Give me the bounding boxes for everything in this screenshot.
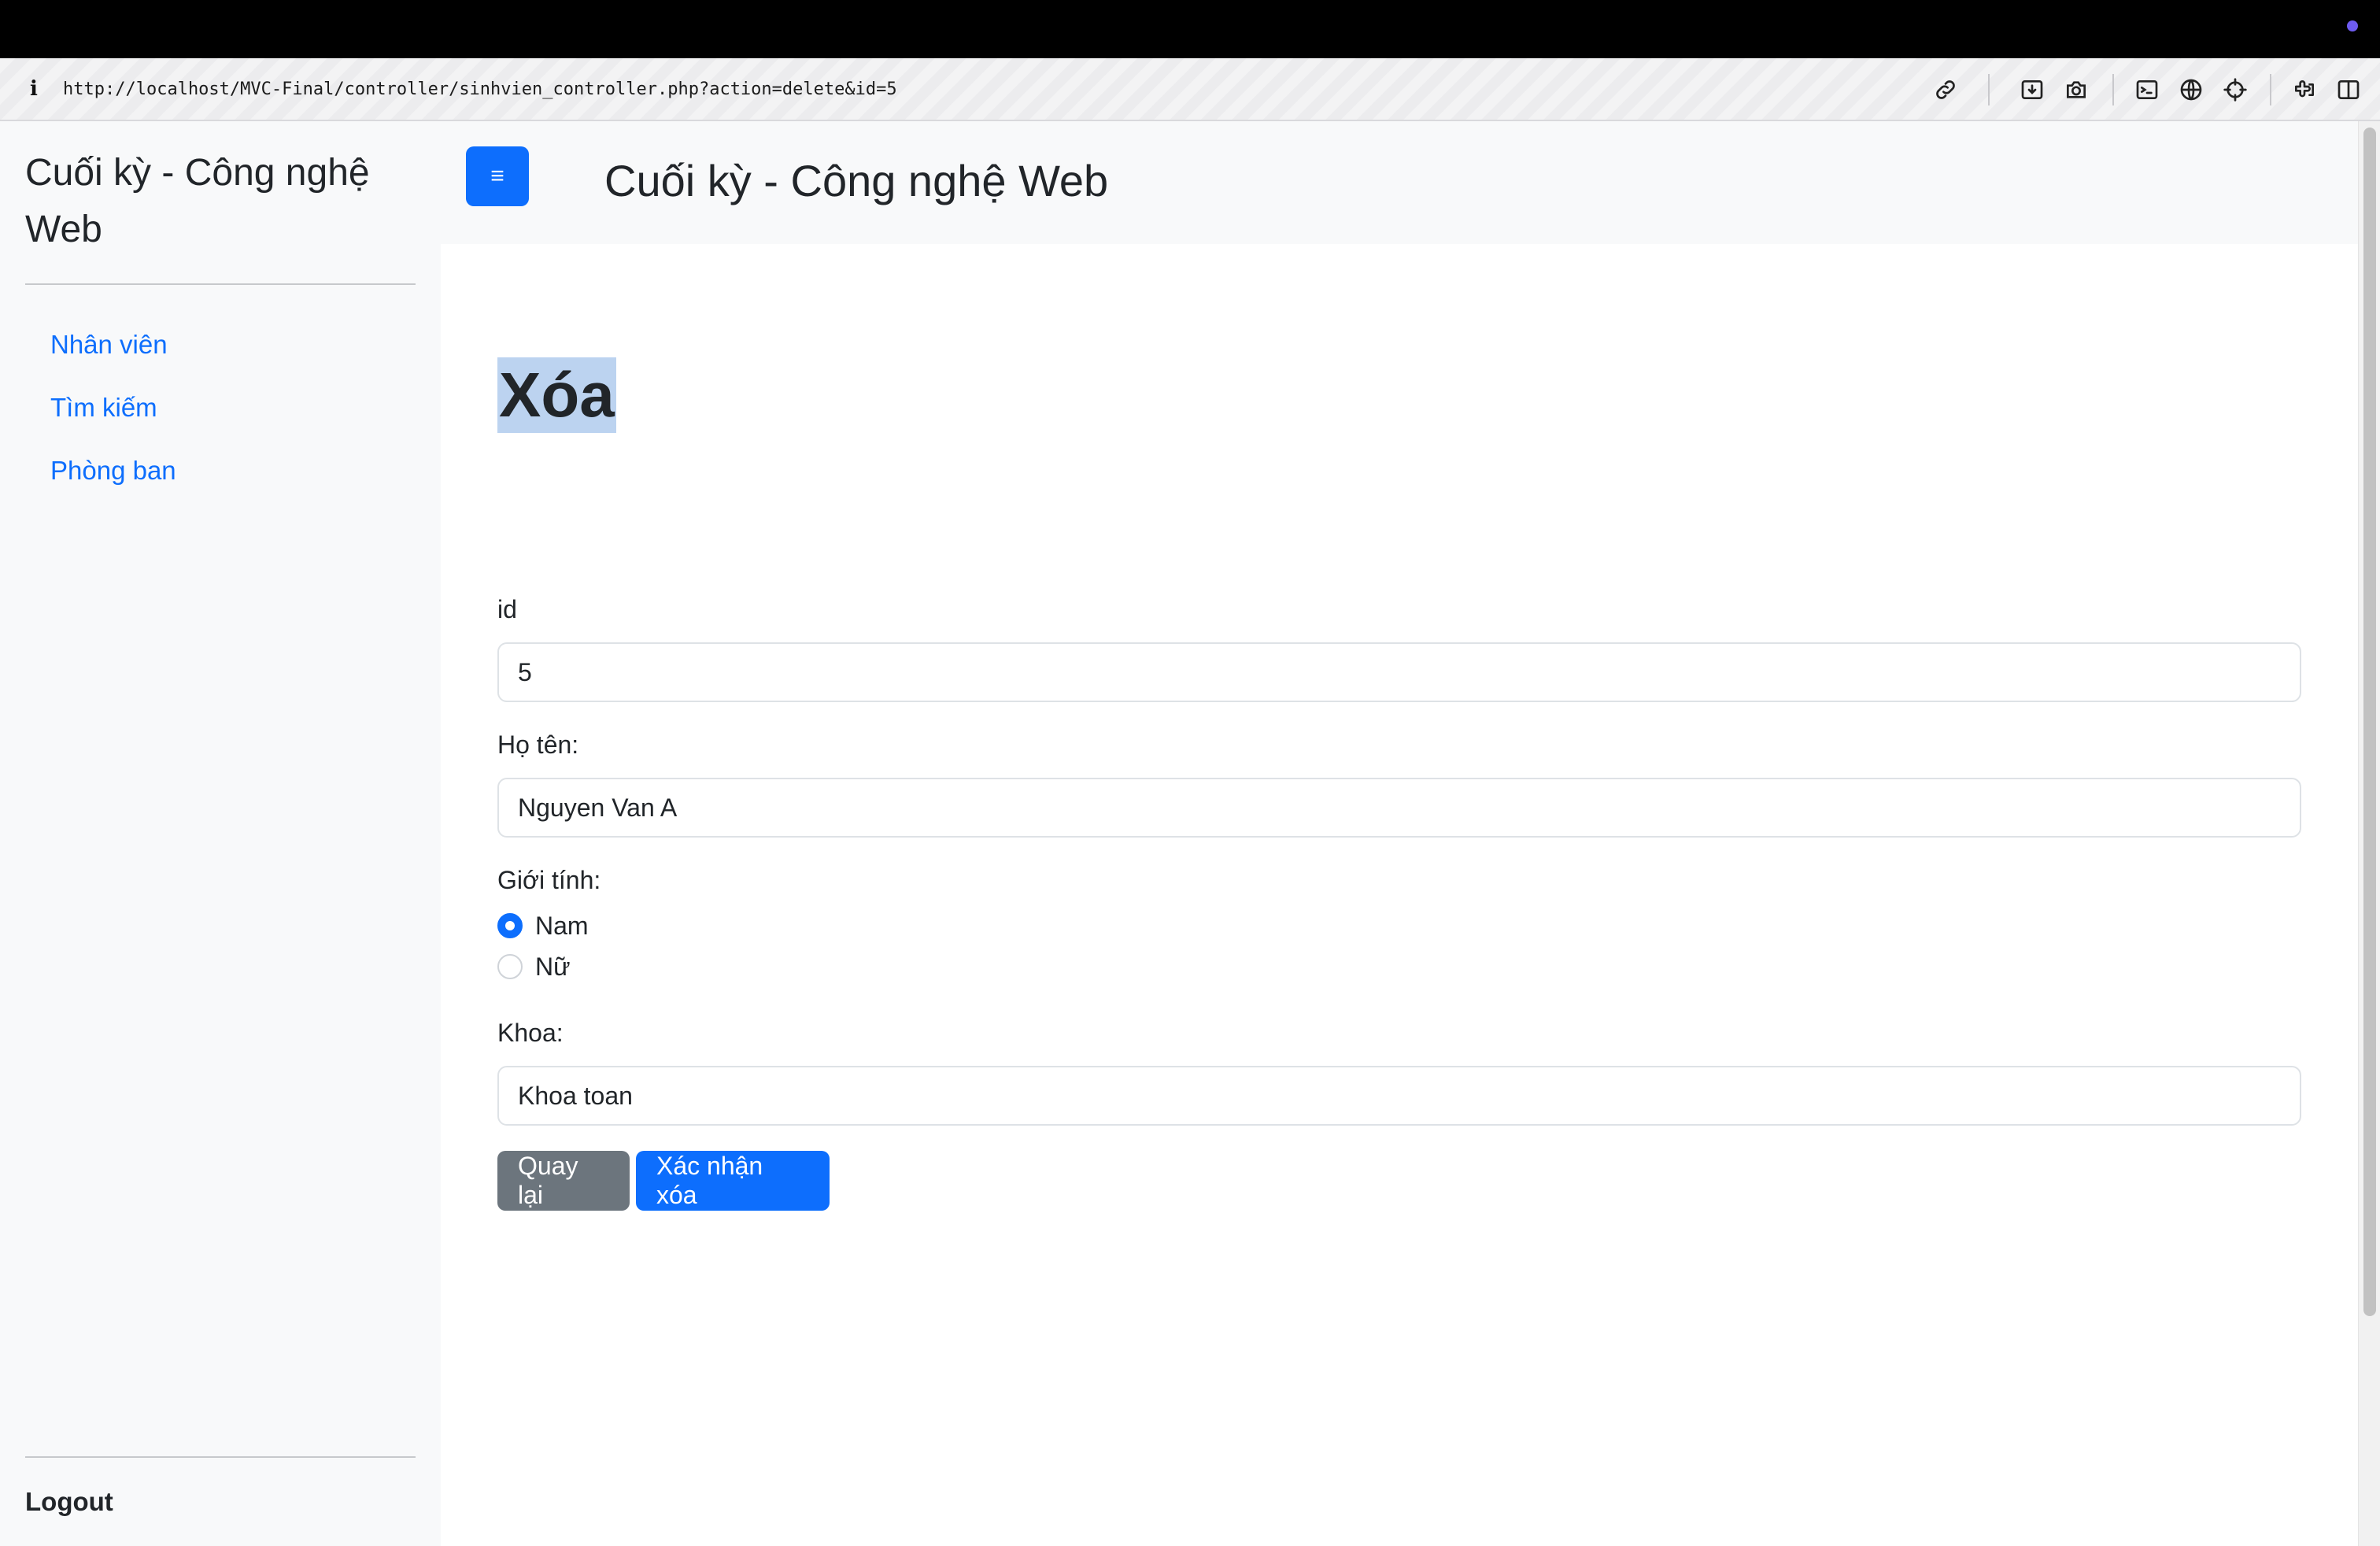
gender-label: Giới tính: [497, 866, 601, 894]
id-label: id [497, 595, 517, 623]
crosshair-icon[interactable] [2221, 76, 2249, 104]
site-info-icon[interactable]: i [27, 76, 41, 102]
sidebar-divider [25, 1456, 416, 1458]
globe-icon[interactable] [2177, 76, 2205, 104]
os-top-bar [0, 0, 2380, 58]
url-field[interactable]: http://localhost/MVC-Final/controller/si… [63, 77, 897, 102]
sidebar-icon[interactable] [2334, 76, 2363, 104]
sidebar-item-nhan-vien[interactable]: Nhân viên [50, 321, 176, 384]
page-title: Xóa [497, 357, 616, 433]
name-label: Họ tên: [497, 730, 579, 759]
radio-unchecked-icon[interactable] [497, 954, 523, 979]
recording-indicator-icon [2347, 20, 2358, 31]
extension-icon[interactable] [2290, 76, 2319, 104]
sidebar-toggle-button[interactable]: ≡ [466, 146, 529, 206]
gender-option-nam[interactable]: Nam [497, 907, 589, 945]
faculty-field[interactable]: Khoa toan [497, 1066, 2301, 1126]
id-field[interactable]: 5 [497, 642, 2301, 702]
confirm-delete-button[interactable]: Xác nhận xóa [636, 1151, 830, 1211]
header-title: Cuối kỳ - Công nghệ Web [604, 156, 1109, 205]
name-field[interactable]: Nguyen Van A [497, 778, 2301, 838]
back-button[interactable]: Quay lại [497, 1151, 630, 1211]
toolbar-divider [2112, 74, 2114, 105]
radio-checked-icon[interactable] [497, 913, 523, 938]
sidebar-divider [25, 283, 416, 285]
sidebar-nav: Nhân viên Tìm kiếm Phòng ban [50, 321, 176, 510]
toolbar-divider [2270, 74, 2271, 105]
sidebar: Cuối kỳ - Công nghệ Web Nhân viên Tìm ki… [0, 121, 441, 1546]
top-header: ≡ Cuối kỳ - Công nghệ Web [441, 121, 2358, 244]
sidebar-item-tim-kiem[interactable]: Tìm kiếm [50, 384, 176, 447]
gender-option-nu[interactable]: Nữ [497, 948, 571, 986]
gender-option-label: Nam [535, 911, 589, 940]
faculty-label: Khoa: [497, 1019, 564, 1047]
logout-link[interactable]: Logout [25, 1477, 113, 1527]
gender-option-label: Nữ [535, 952, 571, 981]
sidebar-item-phong-ban[interactable]: Phòng ban [50, 447, 176, 510]
sidebar-brand[interactable]: Cuối kỳ - Công nghệ Web [25, 145, 403, 258]
web-page: Cuối kỳ - Công nghệ Web Nhân viên Tìm ki… [0, 121, 2380, 1546]
browser-address-bar: i http://localhost/MVC-Final/controller/… [0, 58, 2380, 121]
download-icon[interactable] [2018, 76, 2046, 104]
scrollbar-thumb[interactable] [2363, 128, 2376, 1316]
camera-icon[interactable] [2062, 76, 2090, 104]
main-content: Xóa id 5 Họ tên: Nguyen Van A Giới tính:… [441, 244, 2358, 1546]
terminal-icon[interactable] [2133, 76, 2161, 104]
link-icon[interactable] [1931, 76, 1960, 104]
toolbar-divider [1988, 74, 1990, 105]
page-scrollbar[interactable] [2358, 121, 2380, 1546]
